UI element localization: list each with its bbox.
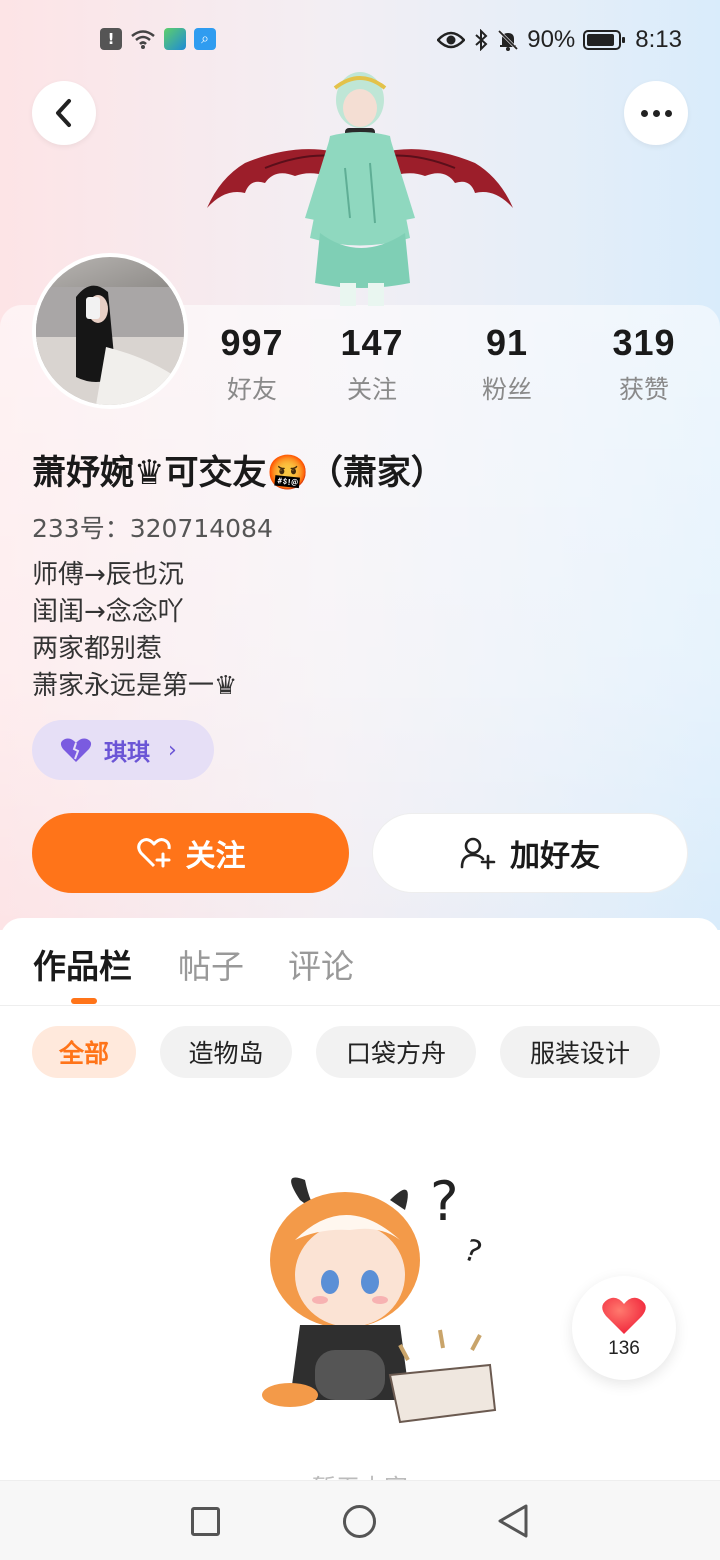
battery-icon xyxy=(583,30,626,50)
stat-label: 获赞 xyxy=(618,375,669,404)
heart-plus-icon xyxy=(136,838,171,868)
recent-apps-icon[interactable] xyxy=(191,1507,220,1536)
stat-followers[interactable]: 91 粉丝 xyxy=(447,322,567,406)
chevron-right-icon: › xyxy=(168,737,177,763)
follow-button[interactable]: 关注 xyxy=(32,813,349,893)
bluetooth-icon xyxy=(475,29,488,51)
search-app-icon: ⌕ xyxy=(194,28,216,50)
profile-stats: 997 好友 147 关注 91 粉丝 319 获赞 xyxy=(190,322,720,412)
bio-line: 闺闺→念念吖 xyxy=(32,597,184,627)
bio-line: 萧家永远是第一♛ xyxy=(32,671,238,701)
follow-label: 关注 xyxy=(185,839,246,874)
filter-creation-island[interactable]: 造物岛 xyxy=(160,1026,292,1078)
status-bar-system: 90% 8:13 xyxy=(437,26,682,54)
tab-posts[interactable]: 帖子 xyxy=(178,940,244,988)
heart-icon xyxy=(60,738,92,762)
back-button[interactable] xyxy=(32,81,96,145)
tab-indicator xyxy=(71,998,97,1004)
battery-percent: 90% xyxy=(527,26,576,53)
more-dots-icon xyxy=(640,109,672,117)
profile-bio: 师傅→辰也沉 闺闺→念念吖 两家都别惹 萧家永远是第一♛ xyxy=(32,557,237,705)
svg-text:?: ? xyxy=(459,1233,486,1271)
bio-line: 两家都别惹 xyxy=(32,634,163,664)
stat-value: 319 xyxy=(612,322,676,363)
stat-label: 关注 xyxy=(346,375,397,404)
user-id[interactable]: 233号：320714084 xyxy=(32,509,273,545)
wifi-icon xyxy=(131,30,155,49)
character-avatar xyxy=(207,72,513,306)
avatar-photo xyxy=(36,257,184,405)
bio-line: 师傅→辰也沉 xyxy=(32,560,184,590)
eye-icon xyxy=(437,31,466,49)
stat-friends[interactable]: 997 好友 xyxy=(192,322,312,406)
stat-value: 997 xyxy=(220,322,284,363)
clock: 8:13 xyxy=(635,26,682,53)
profile-nickname: 萧妤婉♛可交友🤬（萧家） xyxy=(32,453,445,493)
like-count: 136 xyxy=(608,1338,640,1359)
relation-tag-label: 琪琪 xyxy=(104,740,150,766)
app-notification-icon xyxy=(164,28,186,50)
content-tabs: 作品栏 帖子 评论 xyxy=(0,940,720,1004)
profile-avatar[interactable] xyxy=(32,253,188,409)
filter-all[interactable]: 全部 xyxy=(32,1026,136,1078)
filter-outfit-design[interactable]: 服装设计 xyxy=(500,1026,660,1078)
relation-tag[interactable]: 琪琪 › xyxy=(32,720,214,780)
chevron-left-icon xyxy=(56,99,71,127)
stat-label: 好友 xyxy=(226,375,277,404)
empty-state-illustration: ? ? xyxy=(262,1170,497,1424)
tab-works[interactable]: 作品栏 xyxy=(33,940,132,988)
avatar-image xyxy=(36,285,184,405)
status-bar-notifications: ! ⌕ xyxy=(100,28,216,50)
stat-value: 147 xyxy=(340,322,404,363)
home-icon[interactable] xyxy=(343,1505,376,1538)
stat-value: 91 xyxy=(485,322,529,363)
alert-icon: ! xyxy=(100,28,122,50)
stat-label: 粉丝 xyxy=(481,375,532,404)
heart-icon xyxy=(602,1297,646,1334)
back-icon[interactable] xyxy=(496,1503,530,1539)
filter-pocket-ark[interactable]: 口袋方舟 xyxy=(316,1026,476,1078)
more-button[interactable] xyxy=(624,81,688,145)
stat-following[interactable]: 147 关注 xyxy=(312,322,432,406)
status-bar: ! ⌕ 90% 8:13 xyxy=(0,22,720,62)
tabs-divider xyxy=(0,1005,720,1006)
add-friend-label: 加好友 xyxy=(510,839,600,874)
tab-comments[interactable]: 评论 xyxy=(288,940,354,988)
add-friend-button[interactable]: 加好友 xyxy=(372,813,688,893)
system-nav-bar xyxy=(0,1480,720,1560)
like-button[interactable]: 136 xyxy=(572,1276,676,1380)
user-plus-icon xyxy=(460,837,496,870)
svg-text:?: ? xyxy=(430,1170,459,1233)
stat-likes[interactable]: 319 获赞 xyxy=(584,322,704,406)
mute-bell-icon xyxy=(498,29,519,51)
